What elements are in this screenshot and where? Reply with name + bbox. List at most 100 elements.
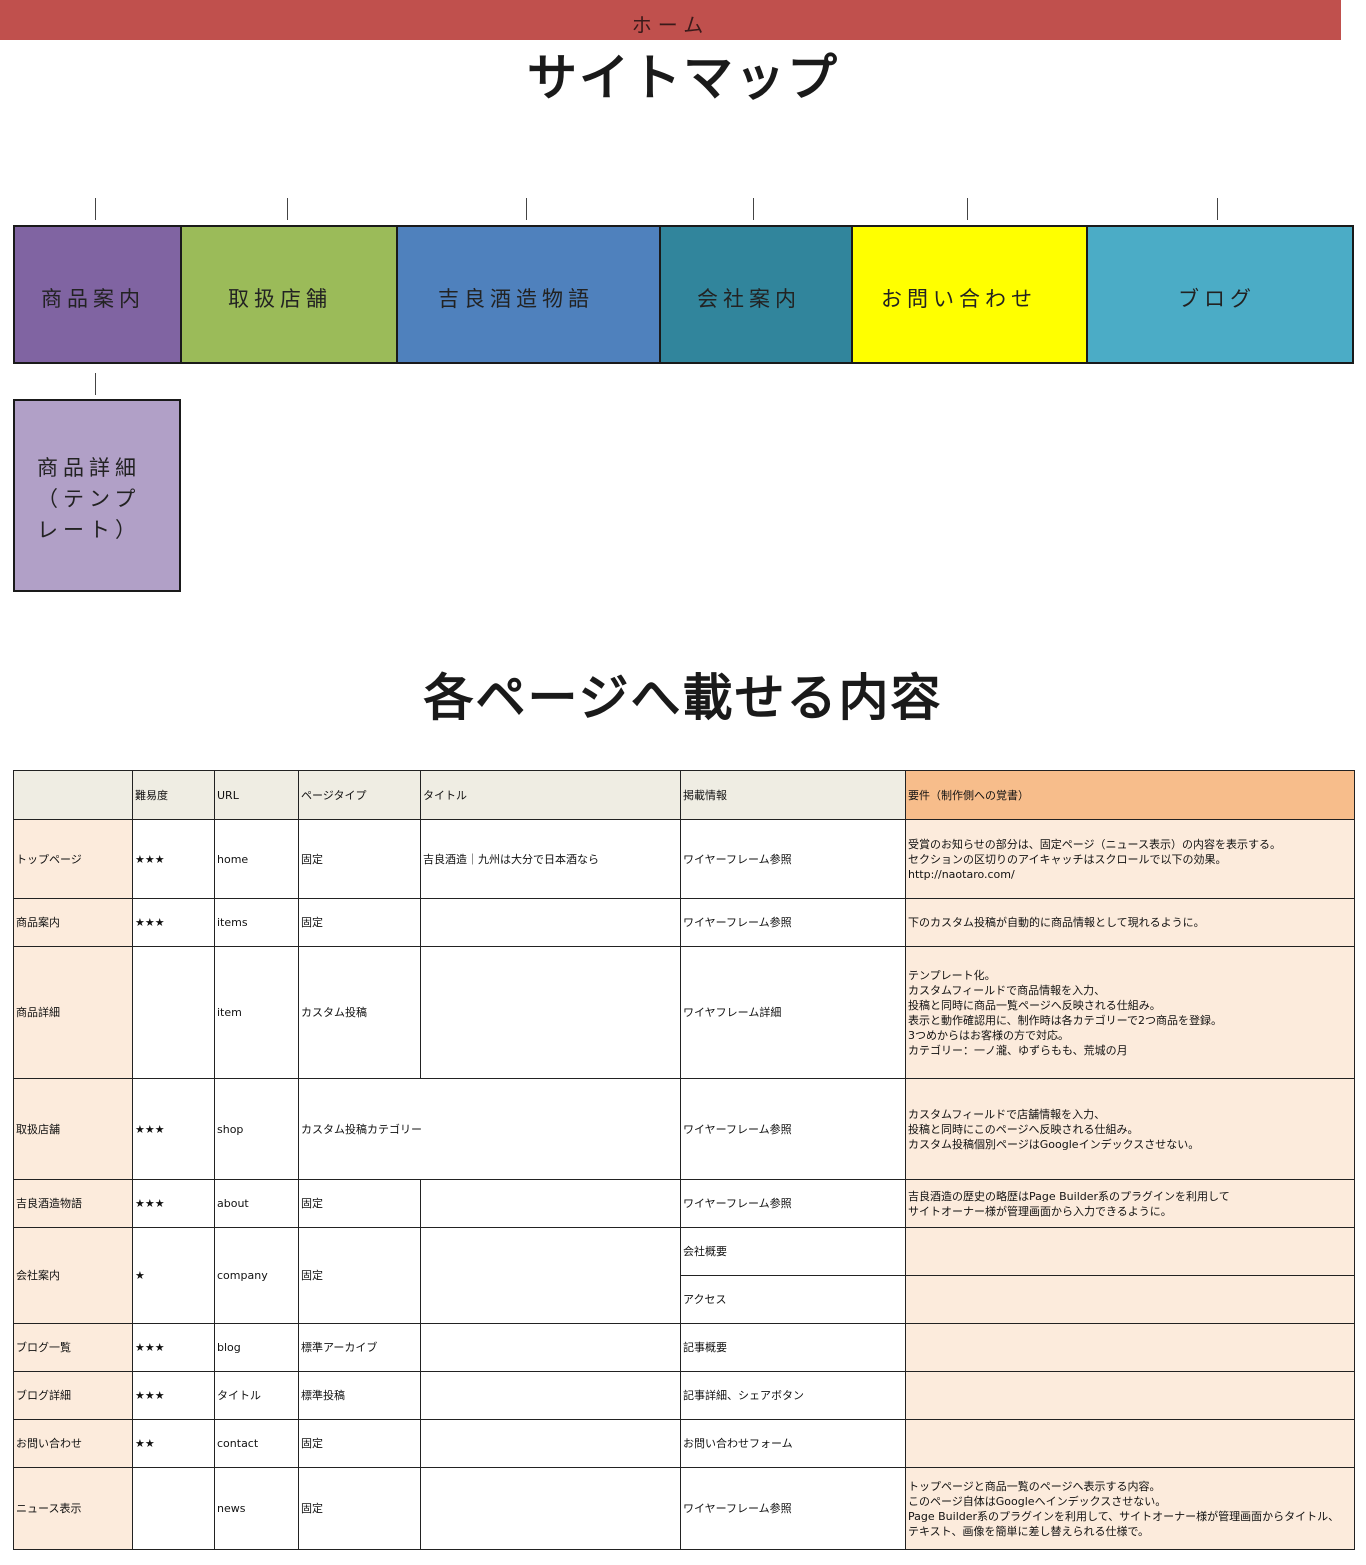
table-header-row: 難易度 URL ページタイプ タイトル 掲載情報 要件（制作側への覚書） xyxy=(13,770,1355,820)
connector-line xyxy=(753,198,754,220)
page-title xyxy=(420,1227,681,1324)
table-row: 取扱店舗 ★★★ shop カスタム投稿カテゴリー ワイヤーフレーム参照 カスタ… xyxy=(13,1078,1355,1180)
difficulty: ★★ xyxy=(132,1419,215,1468)
table-row: 吉良酒造物語 ★★★ about 固定 ワイヤーフレーム参照 吉良酒造の歴史の略… xyxy=(13,1179,1355,1228)
page-notes: トップページと商品一覧のページへ表示する内容。 このページ自体はGoogleへイ… xyxy=(905,1467,1355,1550)
table-row: ブログ詳細 ★★★ タイトル 標準投稿 記事詳細、シェアボタン xyxy=(13,1371,1355,1420)
page-info: 会社概要 xyxy=(680,1227,906,1276)
table-row: トップページ ★★★ home 固定 吉良酒造｜九州は大分で日本酒なら ワイヤー… xyxy=(13,819,1355,899)
page-notes: テンプレート化。 カスタムフィールドで商品情報を入力、 投稿と同時に商品一覧ペー… xyxy=(905,946,1355,1079)
node-label: ブログ xyxy=(1178,287,1256,311)
table-row: ブログ一覧 ★★★ blog 標準アーカイブ 記事概要 xyxy=(13,1323,1355,1372)
difficulty: ★★★ xyxy=(132,1323,215,1372)
page-name: 商品案内 xyxy=(13,898,133,947)
page-info: ワイヤフレーム詳細 xyxy=(680,946,906,1079)
page-url: item xyxy=(214,946,299,1079)
page-title xyxy=(420,898,681,947)
table-row: 商品詳細 item カスタム投稿 ワイヤフレーム詳細 テンプレート化。 カスタム… xyxy=(13,946,1355,1079)
table-row: 会社案内 ★ company 固定 会社概要 xyxy=(13,1227,1355,1324)
page-title xyxy=(420,1371,681,1420)
connector-line xyxy=(1217,198,1218,220)
table-row: 商品案内 ★★★ items 固定 ワイヤーフレーム参照 下のカスタム投稿が自動… xyxy=(13,898,1355,947)
pages-table: 難易度 URL ページタイプ タイトル 掲載情報 要件（制作側への覚書） トップ… xyxy=(13,770,1355,1550)
page-url: home xyxy=(214,819,299,899)
node-about: 吉良酒造物語 xyxy=(396,225,661,364)
page-type: カスタム投稿カテゴリー xyxy=(298,1078,681,1180)
column-header xyxy=(13,770,133,820)
connector-line xyxy=(95,198,96,220)
page-info: 記事詳細、シェアボタン xyxy=(680,1371,906,1420)
page-name: 会社案内 xyxy=(13,1227,133,1324)
page-info: ワイヤーフレーム参照 xyxy=(680,819,906,899)
connector-line xyxy=(287,198,288,220)
table-row: お問い合わせ ★★ contact 固定 お問い合わせフォーム xyxy=(13,1419,1355,1468)
page-info: 記事概要 xyxy=(680,1323,906,1372)
page-notes xyxy=(905,1323,1355,1372)
node-label: 吉良酒造物語 xyxy=(438,287,594,311)
node-company: 会社案内 xyxy=(659,225,853,364)
node-label: 商品詳細（テンプレート） xyxy=(37,456,141,542)
page-notes: 受賞のお知らせの部分は、固定ページ（ニュース表示）の内容を表示する。 セクション… xyxy=(905,819,1355,899)
node-label: 取扱店舗 xyxy=(228,287,332,311)
page-type: 固定 xyxy=(298,1419,421,1468)
difficulty: ★★★ xyxy=(132,898,215,947)
difficulty: ★★★ xyxy=(132,819,215,899)
node-label: お問い合わせ xyxy=(881,287,1037,311)
page-title xyxy=(420,1419,681,1468)
column-header: 難易度 xyxy=(132,770,215,820)
page-url: blog xyxy=(214,1323,299,1372)
difficulty: ★★★ xyxy=(132,1371,215,1420)
page-type: 固定 xyxy=(298,1179,421,1228)
connector-line xyxy=(95,373,96,395)
table-row: ニュース表示 news 固定 ワイヤーフレーム参照 トップページと商品一覧のペー… xyxy=(13,1467,1355,1550)
page-name: ブログ詳細 xyxy=(13,1371,133,1420)
node-blog: ブログ xyxy=(1086,225,1354,364)
column-header: タイトル xyxy=(420,770,681,820)
page-info: ワイヤーフレーム参照 xyxy=(680,1467,906,1550)
node-label: 会社案内 xyxy=(697,287,801,311)
page-info: お問い合わせフォーム xyxy=(680,1419,906,1468)
page-notes xyxy=(905,1275,1355,1324)
page-url: news xyxy=(214,1467,299,1550)
home-node: ホーム xyxy=(0,0,1341,40)
connector-line xyxy=(526,198,527,220)
page-title xyxy=(420,1467,681,1550)
node-contact: お問い合わせ xyxy=(851,225,1088,364)
connector-line xyxy=(967,198,968,220)
page-title xyxy=(420,1179,681,1228)
page-name: 商品詳細 xyxy=(13,946,133,1079)
column-header: 要件（制作側への覚書） xyxy=(905,770,1355,820)
page-info: ワイヤーフレーム参照 xyxy=(680,1179,906,1228)
column-header: 掲載情報 xyxy=(680,770,906,820)
page-url: items xyxy=(214,898,299,947)
page-title xyxy=(420,1323,681,1372)
page-url: タイトル xyxy=(214,1371,299,1420)
page-notes: カスタムフィールドで店舗情報を入力、 投稿と同時にこのページへ反映される仕組み。… xyxy=(905,1078,1355,1180)
difficulty xyxy=(132,1467,215,1550)
page-type: 標準投稿 xyxy=(298,1371,421,1420)
node-label: 商品案内 xyxy=(41,287,145,311)
node-shop: 取扱店舗 xyxy=(180,225,398,364)
page-notes xyxy=(905,1419,1355,1468)
page-type: 固定 xyxy=(298,1467,421,1550)
node-item-detail: 商品詳細（テンプレート） xyxy=(13,399,181,592)
page-name: 取扱店舗 xyxy=(13,1078,133,1180)
node-items: 商品案内 xyxy=(13,225,182,364)
page-type: 固定 xyxy=(298,819,421,899)
page-type: 固定 xyxy=(298,898,421,947)
page-notes: 吉良酒造の歴史の略歴はPage Builder系のプラグインを利用して サイトオ… xyxy=(905,1179,1355,1228)
difficulty: ★★★ xyxy=(132,1179,215,1228)
page-type: 固定 xyxy=(298,1227,421,1324)
column-header: ページタイプ xyxy=(298,770,421,820)
difficulty xyxy=(132,946,215,1079)
page-info: アクセス xyxy=(680,1275,906,1324)
difficulty: ★★★ xyxy=(132,1078,215,1180)
page-url: company xyxy=(214,1227,299,1324)
page-notes: 下のカスタム投稿が自動的に商品情報として現れるように。 xyxy=(905,898,1355,947)
sitemap-title: サイトマップ xyxy=(527,49,839,107)
page-url: shop xyxy=(214,1078,299,1180)
page-name: トップページ xyxy=(13,819,133,899)
page-url: contact xyxy=(214,1419,299,1468)
page-title xyxy=(420,946,681,1079)
page-url: about xyxy=(214,1179,299,1228)
